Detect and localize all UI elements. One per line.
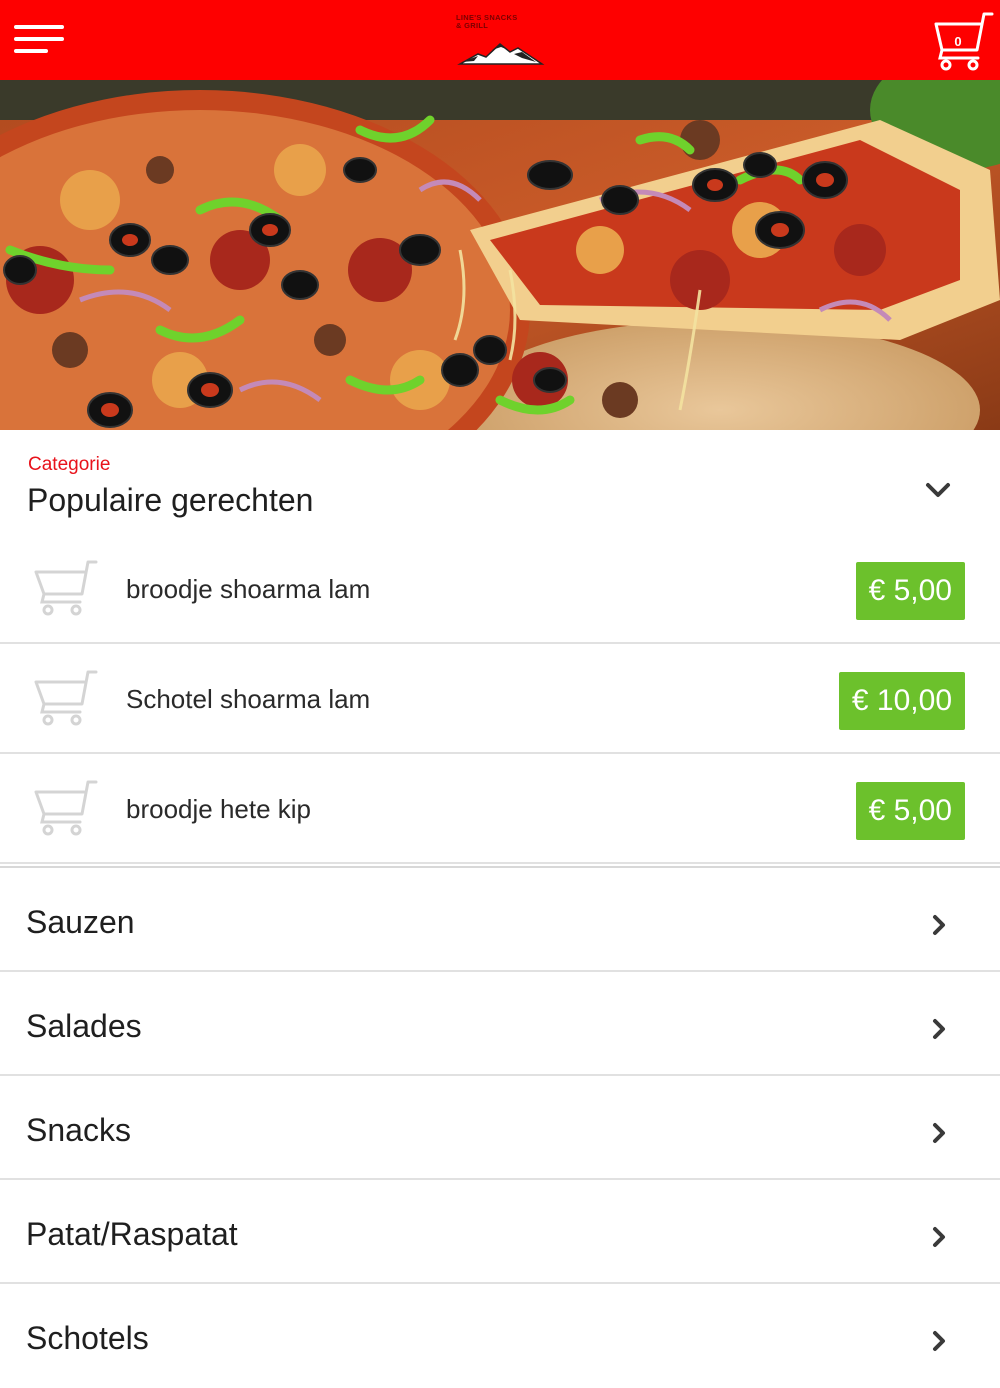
top-app-bar: LINE'S SNACKS & GRILL 0 bbox=[0, 0, 1000, 80]
product-name: broodje shoarma lam bbox=[126, 574, 371, 604]
chevron-right-icon bbox=[933, 1123, 945, 1143]
product-row[interactable]: broodje shoarma lam € 5,00 bbox=[0, 534, 1000, 644]
cart-count-badge: 0 bbox=[954, 34, 962, 49]
chevron-right-icon bbox=[933, 915, 945, 935]
hero-pizza-image bbox=[0, 80, 1000, 430]
add-to-cart-icon[interactable] bbox=[32, 780, 98, 838]
chevron-right-icon bbox=[933, 1331, 945, 1351]
category-name: Schotels bbox=[26, 1320, 149, 1356]
category-name: Snacks bbox=[26, 1112, 131, 1148]
cart-button[interactable]: 0 bbox=[930, 10, 994, 74]
category-label: Categorie bbox=[28, 454, 111, 475]
category-name: Salades bbox=[26, 1008, 142, 1044]
category-item-schotels[interactable]: Schotels bbox=[0, 1284, 1000, 1388]
category-name: Sauzen bbox=[26, 904, 135, 940]
price-button[interactable]: € 5,00 bbox=[855, 782, 965, 840]
add-to-cart-icon[interactable] bbox=[32, 560, 98, 618]
category-item-snacks[interactable]: Snacks bbox=[0, 1076, 1000, 1180]
category-item-sauzen[interactable]: Sauzen bbox=[0, 868, 1000, 972]
hamburger-menu-icon[interactable] bbox=[14, 25, 66, 57]
product-row[interactable]: Schotel shoarma lam € 10,00 bbox=[0, 644, 1000, 754]
product-row[interactable]: broodje hete kip € 5,00 bbox=[0, 754, 1000, 864]
chevron-right-icon bbox=[933, 1227, 945, 1247]
product-name: Schotel shoarma lam bbox=[126, 684, 371, 714]
product-name: broodje hete kip bbox=[126, 794, 312, 824]
price-button[interactable]: € 10,00 bbox=[838, 672, 965, 730]
menu-line bbox=[14, 49, 48, 53]
category-item-patat-raspatat[interactable]: Patat/Raspatat bbox=[0, 1180, 1000, 1284]
restaurant-logo[interactable]: LINE'S SNACKS & GRILL bbox=[452, 14, 548, 70]
logo-text: LINE'S SNACKS & GRILL bbox=[456, 13, 518, 30]
price-button[interactable]: € 5,00 bbox=[855, 562, 965, 620]
chevron-down-icon[interactable] bbox=[920, 476, 956, 506]
menu-line bbox=[14, 25, 64, 29]
category-item-salades[interactable]: Salades bbox=[0, 972, 1000, 1076]
category-name: Patat/Raspatat bbox=[26, 1216, 238, 1252]
chevron-right-icon bbox=[933, 1019, 945, 1039]
add-to-cart-icon[interactable] bbox=[32, 670, 98, 728]
menu-line bbox=[14, 37, 64, 41]
category-title: Populaire gerechten bbox=[27, 482, 314, 518]
